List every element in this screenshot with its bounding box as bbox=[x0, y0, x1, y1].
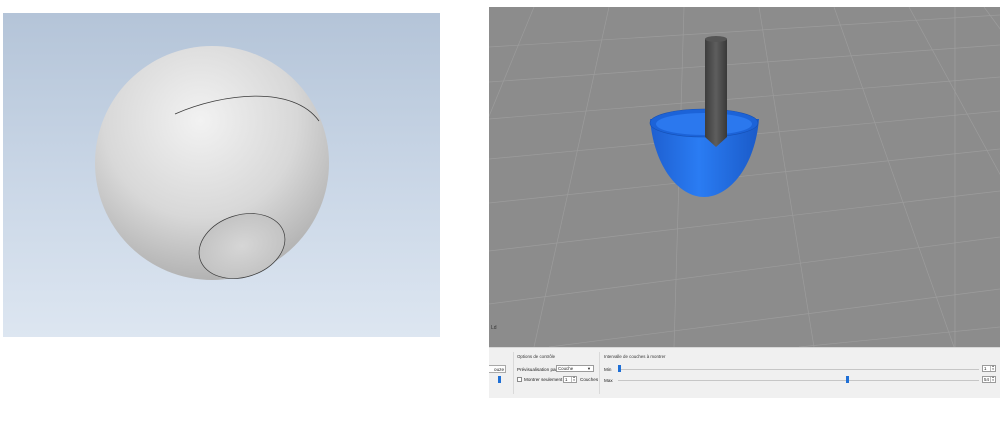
spin-arrows-icon[interactable]: ▲ ▼ bbox=[571, 376, 576, 382]
preview-control-panel: ouze Options de contrôle Prévisualisatio… bbox=[489, 347, 1000, 398]
max-slider-thumb[interactable] bbox=[846, 376, 850, 383]
stub-button[interactable]: ouze bbox=[489, 365, 506, 373]
control-options-title: Options de contrôle bbox=[517, 354, 556, 359]
panel-separator bbox=[513, 352, 514, 394]
max-value: 54 bbox=[984, 377, 989, 382]
show-only-spinbox[interactable]: 1 ▲ ▼ bbox=[563, 376, 577, 383]
preview-by-label: Prévisualisation par bbox=[517, 367, 558, 372]
max-slider-track[interactable] bbox=[618, 380, 979, 381]
min-slider-thumb[interactable] bbox=[618, 365, 621, 372]
sphere-model-canvas bbox=[95, 46, 329, 280]
stub-slider-thumb[interactable] bbox=[498, 376, 501, 383]
layers-label: Couches bbox=[580, 377, 599, 382]
slicer-preview-viewport[interactable]: Ld bbox=[489, 7, 1000, 347]
cad-viewport[interactable] bbox=[3, 13, 440, 337]
panel-left-stub: ouze bbox=[489, 348, 509, 398]
preview-by-value: Couche bbox=[558, 366, 574, 371]
layer-range-title: Intervalle de couches à montrer bbox=[604, 354, 666, 359]
build-plate-grid bbox=[489, 7, 1000, 347]
max-spinbox[interactable]: 54 ▲ ▼ bbox=[982, 376, 996, 383]
max-label: Max bbox=[604, 378, 613, 383]
min-spinbox[interactable]: 1 ▲ ▼ bbox=[982, 365, 996, 372]
min-value: 1 bbox=[984, 366, 987, 371]
chevron-down-icon: ▼ bbox=[587, 366, 591, 371]
build-plate-canvas bbox=[489, 7, 1000, 347]
panel-separator bbox=[599, 352, 600, 394]
preview-by-select[interactable]: Couche ▼ bbox=[556, 365, 594, 372]
min-slider-track[interactable] bbox=[618, 369, 979, 370]
min-label: Min bbox=[604, 367, 612, 372]
spin-arrows-icon[interactable]: ▲ ▼ bbox=[990, 376, 995, 382]
corner-mark: Ld bbox=[491, 325, 497, 331]
support-pin bbox=[705, 39, 727, 147]
show-only-value: 1 bbox=[565, 377, 568, 382]
spin-arrows-icon[interactable]: ▲ ▼ bbox=[990, 365, 995, 371]
show-only-checkbox[interactable] bbox=[517, 377, 522, 382]
show-only-label: Montrer seulement bbox=[524, 377, 563, 382]
